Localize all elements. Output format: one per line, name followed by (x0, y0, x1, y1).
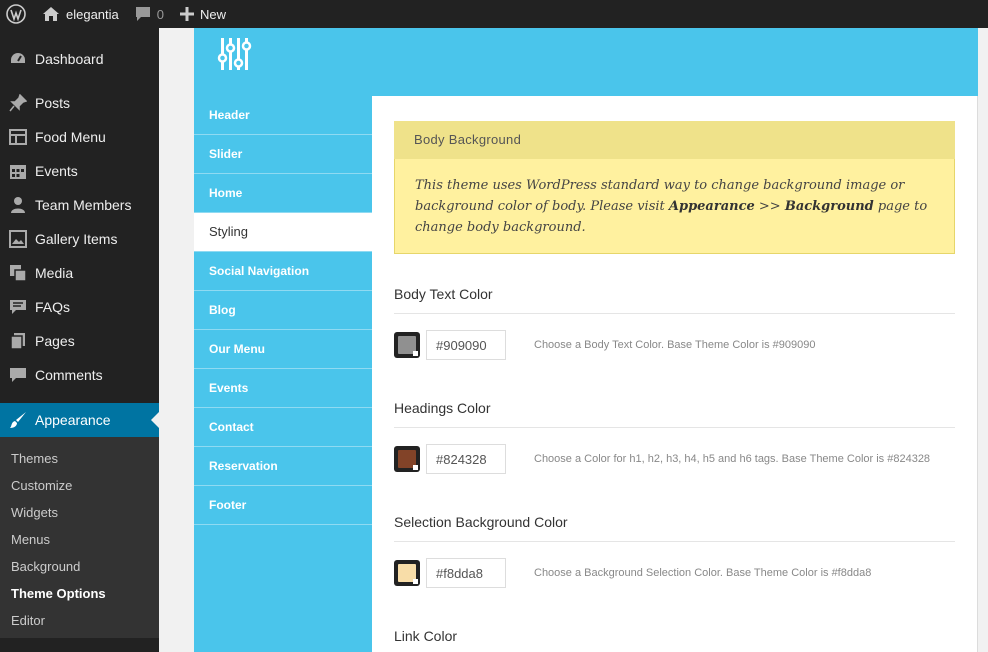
menu-item-comments[interactable]: Comments (0, 358, 159, 392)
submenu-item-customize[interactable]: Customize (0, 472, 159, 499)
appearance-submenu: Themes Customize Widgets Menus Backgroun… (0, 437, 159, 638)
option-divider (394, 427, 955, 428)
site-name-link[interactable]: elegantia (34, 0, 127, 28)
brush-icon (8, 410, 28, 430)
theme-options-panel: Header Slider Home Styling Social Naviga… (194, 28, 978, 652)
options-tab-blog[interactable]: Blog (194, 291, 372, 330)
panel-header (194, 28, 978, 96)
selection-background-color-input[interactable] (426, 558, 506, 588)
options-tab-social-navigation[interactable]: Social Navigation (194, 252, 372, 291)
option-title: Selection Background Color (394, 514, 568, 530)
options-tab-footer[interactable]: Footer (194, 486, 372, 525)
wp-logo-menu[interactable] (0, 0, 34, 28)
menu-label: Comments (35, 367, 103, 383)
calendar-icon (8, 161, 28, 181)
table-icon (8, 127, 28, 147)
option-divider (394, 313, 955, 314)
menu-item-events[interactable]: Events (0, 154, 159, 188)
submenu-item-editor[interactable]: Editor (0, 607, 159, 634)
options-content: Body Background This theme uses WordPres… (372, 96, 978, 652)
menu-item-gallery-items[interactable]: Gallery Items (0, 222, 159, 256)
menu-item-appearance[interactable]: Appearance (0, 403, 159, 437)
headings-color-input[interactable] (426, 444, 506, 474)
options-tab-events[interactable]: Events (194, 369, 372, 408)
color-swatch-button[interactable] (394, 332, 420, 358)
menu-item-pages[interactable]: Pages (0, 324, 159, 358)
comments-count: 0 (156, 6, 165, 22)
plus-icon (180, 7, 195, 21)
notice-text-part: >> (754, 199, 785, 214)
pages-icon (8, 331, 28, 351)
background-emphasis: Background (784, 199, 874, 214)
menu-label: Posts (35, 95, 71, 111)
option-description: Choose a Background Selection Color. Bas… (534, 567, 872, 579)
admin-menu: Dashboard Posts Food Menu Events Team Me… (0, 28, 159, 652)
menu-label: Appearance (35, 412, 111, 428)
appearance-emphasis: Appearance (668, 199, 755, 214)
options-tab-slider[interactable]: Slider (194, 135, 372, 174)
submenu-item-menus[interactable]: Menus (0, 526, 159, 553)
menu-label: Dashboard (35, 51, 104, 67)
swatch-corner-icon (413, 579, 418, 584)
menu-label: Events (35, 163, 78, 179)
options-tab-reservation[interactable]: Reservation (194, 447, 372, 486)
submenu-item-background[interactable]: Background (0, 553, 159, 580)
menu-label: Gallery Items (35, 231, 118, 247)
dashboard-icon (8, 49, 28, 69)
menu-label: Team Members (35, 197, 132, 213)
color-swatch-button[interactable] (394, 446, 420, 472)
option-selection-background-color: Selection Background Color Choose a Back… (394, 514, 955, 588)
option-link-color: Link Color (394, 628, 955, 648)
menu-label: Media (35, 265, 74, 281)
menu-label: Food Menu (35, 129, 106, 145)
option-description: Choose a Color for h1, h2, h3, h4, h5 an… (534, 453, 931, 465)
options-tab-header[interactable]: Header (194, 96, 372, 135)
options-tab-styling[interactable]: Styling (194, 213, 372, 252)
comment-bubble-icon (135, 7, 150, 21)
submenu-item-theme-options[interactable]: Theme Options (0, 580, 159, 607)
options-nav: Header Slider Home Styling Social Naviga… (194, 96, 372, 652)
submenu-item-themes[interactable]: Themes (0, 445, 159, 472)
option-title: Headings Color (394, 400, 491, 416)
body-background-notice: Body Background This theme uses WordPres… (394, 121, 955, 254)
menu-item-faqs[interactable]: FAQs (0, 290, 159, 324)
color-swatch-button[interactable] (394, 560, 420, 586)
menu-label: Pages (35, 333, 75, 349)
option-body-text-color: Body Text Color Choose a Body Text Color… (394, 286, 955, 360)
menu-label: FAQs (35, 299, 71, 315)
option-title: Link Color (394, 628, 458, 644)
option-divider (394, 541, 955, 542)
wordpress-logo-icon (6, 4, 26, 24)
comments-icon (8, 365, 28, 385)
option-description: Choose a Body Text Color. Base Theme Col… (534, 339, 816, 351)
user-icon (8, 195, 28, 215)
menu-item-media[interactable]: Media (0, 256, 159, 290)
options-tab-home[interactable]: Home (194, 174, 372, 213)
options-tab-our-menu[interactable]: Our Menu (194, 330, 372, 369)
option-headings-color: Headings Color Choose a Color for h1, h2… (394, 400, 955, 474)
menu-item-dashboard[interactable]: Dashboard (0, 42, 159, 76)
admin-bar: elegantia 0 New (0, 0, 988, 28)
pin-icon (8, 93, 28, 113)
sliders-logo-icon (216, 36, 252, 77)
new-label: New (200, 6, 227, 22)
menu-item-team-members[interactable]: Team Members (0, 188, 159, 222)
swatch-corner-icon (413, 351, 418, 356)
site-name: elegantia (66, 6, 119, 22)
comments-link[interactable]: 0 (127, 0, 172, 28)
gallery-icon (8, 229, 28, 249)
submenu-item-widgets[interactable]: Widgets (0, 499, 159, 526)
menu-item-food-menu[interactable]: Food Menu (0, 120, 159, 154)
home-icon (43, 7, 59, 21)
new-content-link[interactable]: New (172, 0, 234, 28)
notice-title: Body Background (394, 121, 955, 159)
notice-text: This theme uses WordPress standard way t… (394, 159, 955, 254)
options-tab-contact[interactable]: Contact (194, 408, 372, 447)
menu-item-posts[interactable]: Posts (0, 86, 159, 120)
comment-icon (8, 297, 28, 317)
option-title: Body Text Color (394, 286, 493, 302)
swatch-corner-icon (413, 465, 418, 470)
body-text-color-input[interactable] (426, 330, 506, 360)
media-icon (8, 263, 28, 283)
